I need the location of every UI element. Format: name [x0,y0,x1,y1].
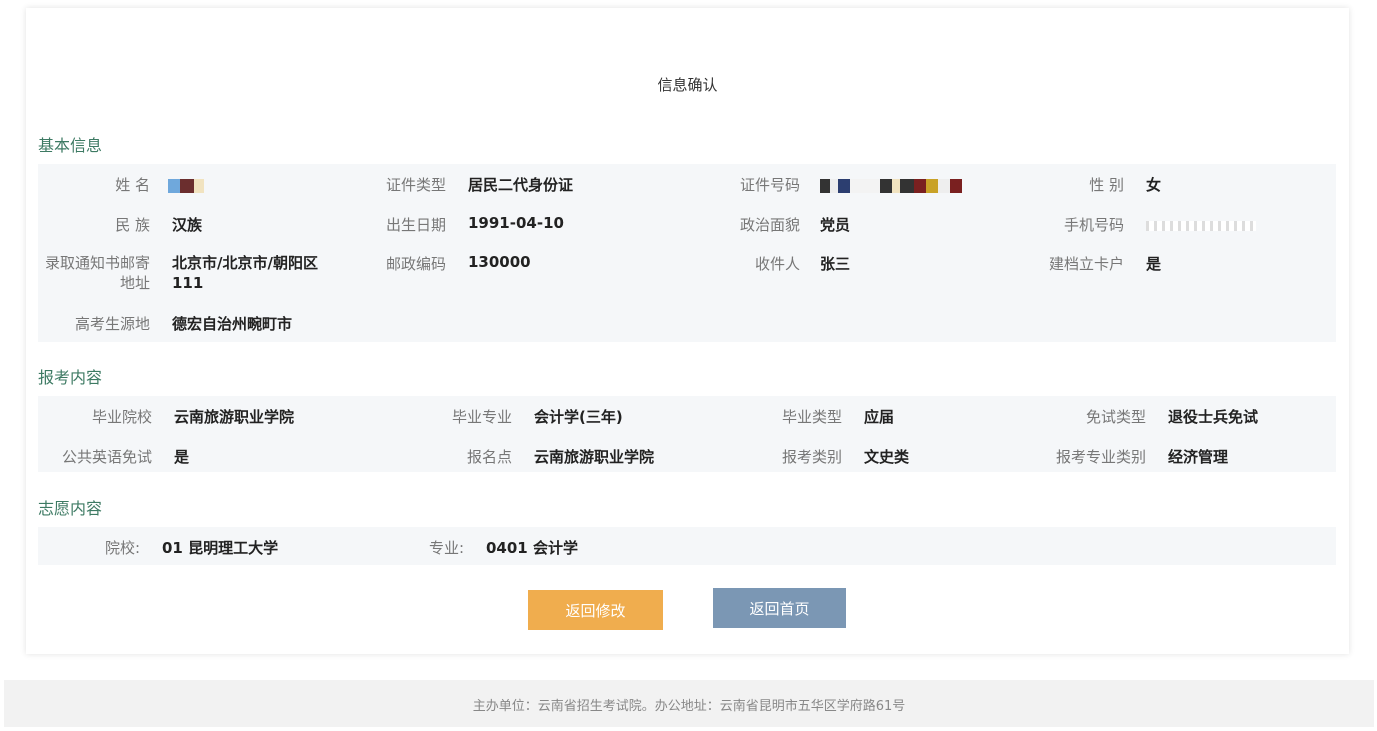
wish-major-value: 0401 会计学 [486,539,578,557]
section-title-basic: 基本信息 [38,136,103,155]
exam-info-panel: 毕业院校 云南旅游职业学院 毕业专业 会计学(三年) 毕业类型 应届 免试类型 … [38,396,1336,472]
wish-college-label: 院校: [104,539,140,557]
address-value: 北京市/北京市/朝阳区111 [172,254,318,292]
origin-value: 德宏自治州畹町市 [172,315,293,333]
exam-category-value: 文史类 [864,448,910,466]
birth-label: 出生日期 [385,216,446,234]
confirm-card: 信息确认 基本信息 姓 名 证件类型 居民二代身份证 证件号码 性 别 女 民 … [26,8,1349,654]
exempt-type-label: 免试类型 [1085,408,1146,426]
grad-type-value: 应届 [864,408,895,426]
exempt-type-value: 退役士兵免试 [1168,408,1259,426]
grad-school-value: 云南旅游职业学院 [174,408,295,426]
political-value: 党员 [820,216,851,234]
basic-info-panel: 姓 名 证件类型 居民二代身份证 证件号码 性 别 女 民 族 汉族 出生日期 … [38,164,1336,342]
back-edit-button[interactable]: 返回修改 [528,590,663,630]
signup-site-label: 报名点 [466,448,512,466]
section-title-wish: 志愿内容 [38,499,103,518]
name-masked-value [168,176,204,194]
phone-label: 手机号码 [1063,216,1124,234]
origin-label: 高考生源地 [74,315,150,333]
english-exempt-value: 是 [174,448,190,466]
ethnic-value: 汉族 [172,216,203,234]
major-category-label: 报考专业类别 [1055,448,1146,466]
address-label: 录取通知书邮寄地址 [44,254,150,292]
major-category-value: 经济管理 [1168,448,1229,466]
id-type-value: 居民二代身份证 [468,176,574,194]
page-title: 信息确认 [657,76,718,94]
birth-value: 1991-04-10 [468,214,564,232]
wish-major-label: 专业: [428,539,464,557]
grad-major-value: 会计学(三年) [534,408,623,426]
wish-college-value: 01 昆明理工大学 [162,539,279,557]
wish-info-panel: 院校: 01 昆明理工大学 专业: 0401 会计学 [38,527,1336,565]
signup-site-value: 云南旅游职业学院 [534,448,655,466]
section-title-exam: 报考内容 [38,368,103,387]
gender-label: 性 别 [1089,176,1124,194]
back-home-button[interactable]: 返回首页 [713,588,846,628]
id-number-label: 证件号码 [739,176,800,194]
recipient-label: 收件人 [754,255,800,273]
exam-category-label: 报考类别 [781,448,842,466]
political-label: 政治面貌 [739,216,800,234]
grad-type-label: 毕业类型 [781,408,842,426]
archive-value: 是 [1146,255,1162,273]
ethnic-label: 民 族 [115,216,150,234]
footer: 主办单位：云南省招生考试院。办公地址：云南省昆明市五华区学府路61号 [4,680,1374,727]
phone-masked-value [1146,216,1256,234]
id-number-masked-value [820,176,962,194]
grad-school-label: 毕业院校 [91,408,152,426]
archive-label: 建档立卡户 [1048,255,1124,273]
gender-value: 女 [1146,176,1162,194]
id-type-label: 证件类型 [385,176,446,194]
english-exempt-label: 公共英语免试 [61,448,152,466]
postcode-label: 邮政编码 [385,255,446,273]
name-label: 姓 名 [115,176,150,194]
postcode-value: 130000 [468,253,531,271]
recipient-value: 张三 [820,255,851,273]
grad-major-label: 毕业专业 [451,408,512,426]
